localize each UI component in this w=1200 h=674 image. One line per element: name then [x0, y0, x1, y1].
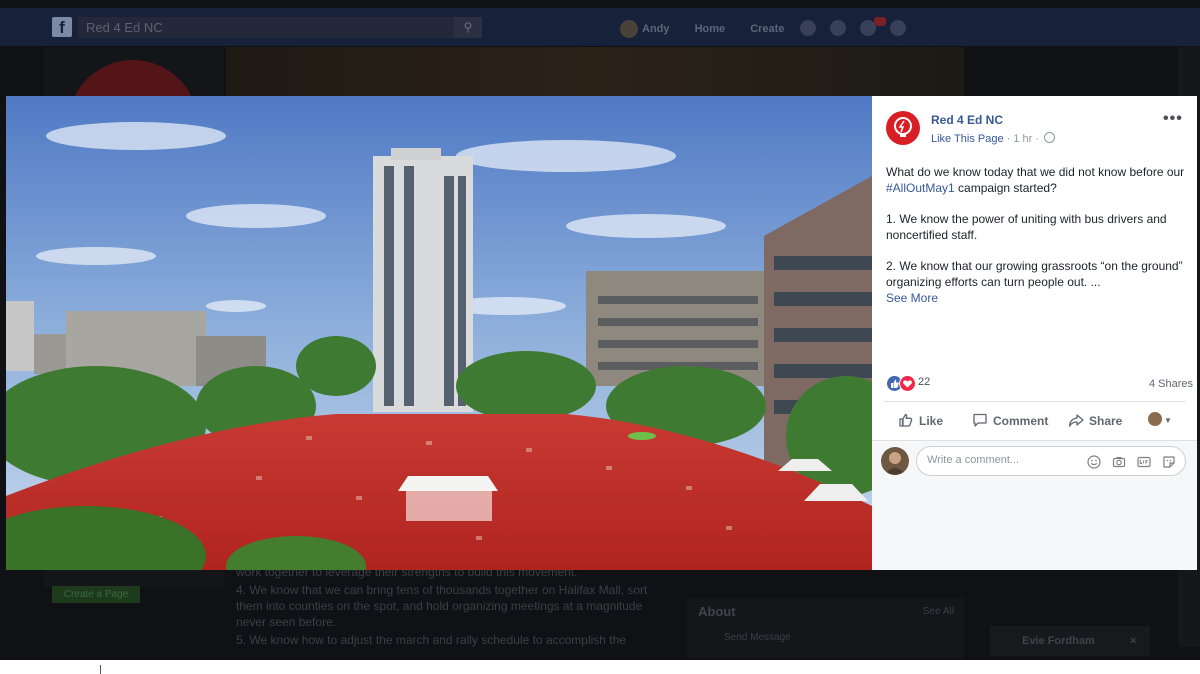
post-meta: Like This Page · 1 hr · — [931, 132, 1056, 145]
like-label: Like — [919, 414, 944, 428]
notification-badge — [874, 17, 886, 26]
rally-photo-illustration — [6, 96, 872, 570]
sticker-icon[interactable] — [1162, 455, 1176, 469]
shares-count-link[interactable]: 4 Shares — [1149, 378, 1193, 390]
about-card: About See All Send Message — [686, 598, 964, 658]
post-photo[interactable] — [6, 96, 872, 570]
like-button[interactable]: Like — [898, 412, 943, 428]
post-paragraph-1: What do we know today that we did not kn… — [886, 164, 1188, 196]
divider — [884, 401, 1185, 402]
hashtag-link[interactable]: #AllOutMay1 — [886, 181, 955, 195]
top-nav: Andy Home Create — [620, 20, 806, 38]
chat-contact-name: Evie Fordham — [1022, 635, 1095, 647]
nav-home[interactable]: Home — [695, 23, 726, 35]
more-options-button[interactable]: ••• — [1163, 110, 1183, 128]
meta-separator-2: · — [1032, 133, 1043, 145]
meta-separator: · — [1003, 133, 1014, 145]
text-cursor — [100, 665, 101, 674]
reaction-identity-selector[interactable]: ▼ — [1148, 412, 1172, 426]
comment-label: Comment — [993, 414, 1049, 428]
share-button[interactable]: Share — [1068, 412, 1122, 428]
comment-composer — [872, 441, 1197, 570]
create-page-button[interactable]: Create a Page — [52, 586, 140, 603]
red4ed-logo-icon — [894, 117, 912, 137]
gif-icon[interactable] — [1137, 455, 1151, 469]
comment-button[interactable]: Comment — [972, 412, 1048, 428]
post-paragraph-3: 2. We know that our growing grassroots “… — [886, 258, 1188, 306]
nav-profile[interactable]: Andy — [620, 20, 670, 38]
post-text-segment: campaign started? — [954, 181, 1057, 195]
globe-icon — [1044, 132, 1056, 143]
bg-post-line-2: 4. We know that we can bring tens of tho… — [236, 583, 648, 629]
send-message-link[interactable]: Send Message — [724, 632, 791, 643]
page-cover-photo — [226, 47, 964, 97]
messenger-icon[interactable] — [830, 20, 846, 36]
top-nav-icons — [800, 20, 920, 41]
friend-requests-icon[interactable] — [800, 20, 816, 36]
like-page-link[interactable]: Like This Page — [931, 133, 1004, 145]
chat-tab[interactable]: Evie Fordham × — [990, 626, 1150, 656]
nav-user-label: Andy — [642, 22, 670, 35]
camera-icon[interactable] — [1112, 455, 1126, 469]
see-more-link[interactable]: See More — [886, 291, 938, 305]
post-text-segment: What do we know today that we did not kn… — [886, 165, 1185, 179]
search-value: Red 4 Ed NC — [86, 20, 163, 35]
emoji-icon[interactable] — [1087, 455, 1101, 469]
post-paragraph-2: 1. We know the power of uniting with bus… — [886, 212, 1167, 242]
facebook-logo-icon[interactable]: f — [52, 17, 72, 37]
post-timestamp[interactable]: 1 hr — [1013, 133, 1032, 145]
background-post-text: work together to leverage their strength… — [236, 564, 656, 650]
close-icon[interactable]: × — [1130, 635, 1136, 647]
top-search-field[interactable]: Red 4 Ed NC ⚲ — [78, 17, 482, 38]
reaction-count: 22 — [918, 376, 931, 388]
nav-create[interactable]: Create — [750, 23, 784, 35]
search-icon[interactable]: ⚲ — [454, 17, 482, 38]
avatar — [620, 20, 638, 38]
bg-post-line-3: 5. We know how to adjust the march and r… — [236, 633, 626, 647]
share-arrow-icon — [1068, 414, 1084, 427]
page-avatar[interactable] — [886, 111, 920, 145]
avatar — [1148, 412, 1162, 426]
about-see-all-link[interactable]: See All — [923, 606, 954, 617]
post-side-panel: Red 4 Ed NC Like This Page · 1 hr · ••• … — [872, 96, 1197, 570]
facebook-top-bar: f Red 4 Ed NC ⚲ Andy Home Create — [0, 8, 1200, 46]
avatar[interactable] — [881, 447, 909, 475]
post-text-segment: 2. We know that our growing grassroots “… — [886, 259, 1183, 289]
share-label: Share — [1089, 414, 1123, 428]
post-text: What do we know today that we did not kn… — [886, 164, 1188, 306]
help-icon[interactable] — [890, 20, 906, 36]
about-title: About — [698, 604, 736, 619]
post-actions-bar: Like Comment Share ▼ — [884, 407, 1185, 437]
thumbs-up-icon — [899, 413, 913, 427]
comment-bubble-icon — [973, 413, 987, 427]
comment-field[interactable] — [916, 446, 1186, 476]
chevron-down-icon: ▼ — [1164, 416, 1172, 425]
page-name-link[interactable]: Red 4 Ed NC — [931, 113, 1003, 127]
love-reaction-icon — [899, 375, 916, 392]
comment-input[interactable] — [927, 454, 1077, 466]
